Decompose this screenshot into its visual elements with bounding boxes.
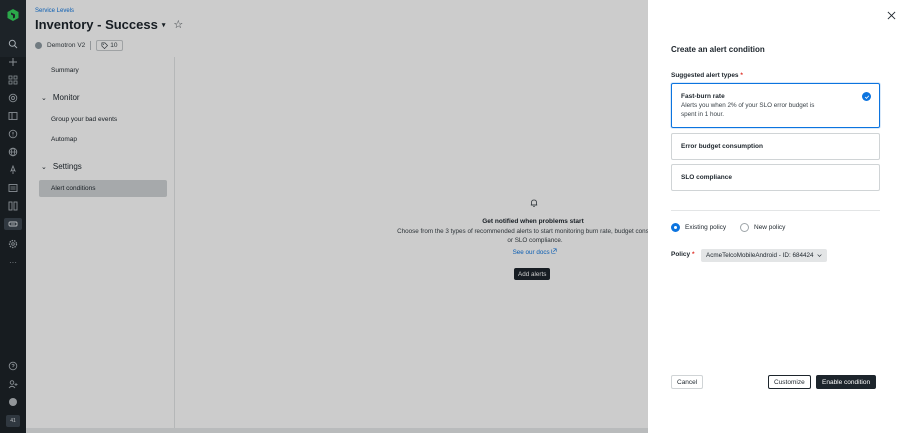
radio-selected-icon bbox=[671, 223, 680, 232]
modal-backdrop[interactable] bbox=[0, 57, 648, 433]
check-circle-icon bbox=[862, 92, 871, 101]
radio-label: Existing policy bbox=[685, 224, 727, 231]
customize-button[interactable]: Customize bbox=[768, 375, 811, 389]
required-mark: * bbox=[740, 72, 743, 79]
enable-condition-button[interactable]: Enable condition bbox=[816, 375, 877, 389]
close-icon bbox=[887, 11, 895, 19]
modal-backdrop-top[interactable] bbox=[26, 0, 648, 57]
option-title: SLO compliance bbox=[681, 174, 732, 181]
radio-new-policy[interactable]: New policy bbox=[740, 223, 785, 232]
policy-label: Policy * bbox=[671, 251, 695, 258]
radio-existing-policy[interactable]: Existing policy bbox=[671, 223, 726, 232]
logo-icon[interactable] bbox=[6, 8, 20, 22]
cancel-button[interactable]: Cancel bbox=[671, 375, 704, 389]
radio-label: New policy bbox=[754, 224, 786, 231]
option-fast-burn-rate[interactable]: Fast-burn rate Alerts you when 2% of you… bbox=[671, 83, 880, 128]
option-slo-compliance[interactable]: SLO compliance bbox=[671, 164, 880, 191]
radio-unselected-icon bbox=[740, 223, 749, 232]
close-button[interactable] bbox=[886, 10, 896, 20]
policy-select[interactable]: AcmeTelcoMobileAndroid - ID: 684424 bbox=[701, 249, 828, 262]
required-mark: * bbox=[691, 251, 695, 258]
suggested-alert-types-label: Suggested alert types * bbox=[671, 72, 743, 79]
option-error-budget-consumption[interactable]: Error budget consumption bbox=[671, 133, 880, 160]
section-label-text: Suggested alert types bbox=[671, 72, 739, 79]
option-title: Fast-burn rate bbox=[681, 93, 725, 100]
flyout-title: Create an alert condition bbox=[671, 45, 765, 54]
alert-condition-flyout: Create an alert condition Suggested aler… bbox=[648, 0, 900, 433]
option-title: Error budget consumption bbox=[681, 143, 763, 150]
policy-select-value: AcmeTelcoMobileAndroid - ID: 684424 bbox=[706, 252, 814, 259]
search-icon[interactable] bbox=[7, 38, 19, 50]
chevron-down-icon bbox=[817, 254, 823, 257]
option-description: Alerts you when 2% of your SLO error bud… bbox=[681, 102, 815, 118]
policy-label-text: Policy bbox=[671, 251, 691, 258]
divider bbox=[671, 210, 880, 211]
